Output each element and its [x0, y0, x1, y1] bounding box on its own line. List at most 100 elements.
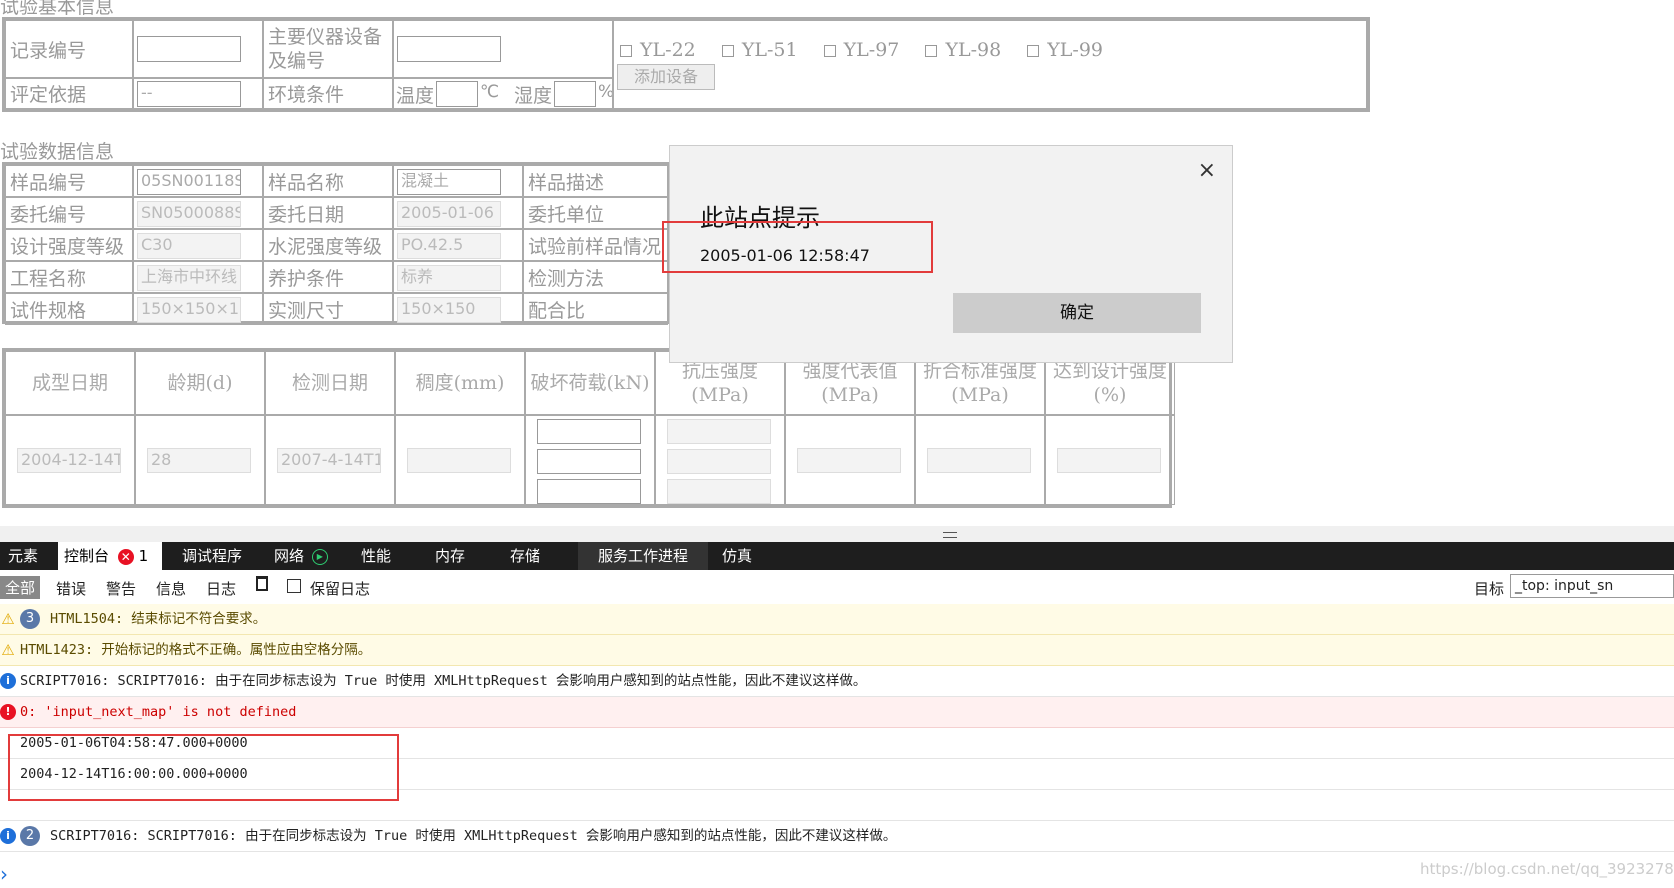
sample-value-input[interactable]: 混凝土 [397, 169, 501, 195]
sample-value-input[interactable]: 标养 [397, 265, 501, 291]
warn-icon: ⚠ [1, 610, 15, 628]
console-prompt[interactable]: › [0, 862, 8, 886]
test-value-input[interactable] [927, 448, 1031, 473]
test-value-input[interactable]: 28 [147, 448, 251, 473]
humidity-input[interactable] [554, 81, 596, 107]
env-label: 环境条件 [263, 78, 393, 109]
checkbox-icon [1027, 45, 1040, 57]
sample-label: 委托单位 [523, 197, 668, 229]
device-label: YL-99 [1047, 39, 1104, 61]
temp-input[interactable] [436, 81, 478, 107]
filter-info[interactable]: 信息 [156, 578, 186, 599]
test-header: 检测日期 [265, 351, 395, 415]
sample-value-input[interactable]: 05SN00118S [137, 169, 241, 195]
test-value-input[interactable] [537, 479, 641, 504]
sample-value-cell: SN0500088S [133, 197, 263, 229]
test-value-input[interactable] [667, 449, 771, 474]
repeat-count-badge: 3 [20, 609, 40, 629]
test-value-cell [785, 415, 915, 505]
console-message-row: ⚠ HTML1423: 开始标记的格式不正确。属性应由空格分隔。 [0, 635, 1674, 666]
filter-all[interactable]: 全部 [0, 576, 41, 599]
test-value-input[interactable] [537, 449, 641, 474]
clear-trash-icon[interactable] [256, 576, 268, 591]
tab-elements[interactable]: 元素 [2, 542, 44, 570]
sample-value-input[interactable]: PO.42.5 [397, 233, 501, 259]
test-value-cell: 28 [135, 415, 265, 505]
console-toolbar: 全部 错误 警告 信息 日志 保留日志 目标 _top: input_sn [0, 570, 1674, 605]
tab-network-label: 网络 [274, 547, 305, 565]
device-checkbox-0[interactable]: YL-22 [620, 39, 696, 61]
filter-log[interactable]: 日志 [206, 578, 236, 599]
sample-value-input[interactable]: 上海市中环线 [137, 265, 241, 291]
test-value-input[interactable] [1057, 448, 1161, 473]
close-icon[interactable]: × [1198, 158, 1216, 183]
device-label: YL-97 [843, 39, 900, 61]
test-value-cell [655, 415, 785, 505]
console-message-row: ! 0: 'input_next_map' is not defined [0, 697, 1674, 728]
tab-console[interactable]: 控制台 ✕ 1 [58, 542, 162, 570]
test-value-input[interactable]: 2007-4-14T1 [277, 448, 381, 473]
basis-input[interactable]: -- [137, 81, 241, 107]
console-message-text[interactable]: HTML1504: 结束标记不符合要求。 [50, 604, 266, 634]
console-message-row: i 2 SCRIPT7016: SCRIPT7016: 由于在同步标志设为 True… [0, 821, 1674, 852]
test-value-input[interactable] [667, 419, 771, 444]
filter-warnings[interactable]: 警告 [106, 578, 136, 599]
device-checkbox-1[interactable]: YL-51 [721, 39, 798, 61]
add-device-button[interactable]: 添加设备 [617, 64, 715, 90]
tab-performance[interactable]: 性能 [355, 542, 397, 570]
console-message-text[interactable]: SCRIPT7016: SCRIPT7016: 由于在同步标志设为 True 时… [50, 821, 896, 851]
record-no-cell [133, 20, 263, 78]
instrument-label: 主要仪器设备及编号 [263, 20, 393, 78]
warn-icon: ⚠ [1, 641, 15, 659]
sample-label: 实测尺寸 [263, 293, 393, 325]
repeat-count-badge: 2 [20, 826, 40, 846]
humidity-unit: % [598, 82, 613, 102]
checkbox-icon [925, 45, 938, 57]
tab-network[interactable]: 网络 ▶ [268, 542, 334, 570]
test-value-input[interactable] [407, 448, 511, 473]
sample-label: 样品编号 [5, 165, 133, 197]
test-value-input[interactable] [667, 479, 771, 504]
sample-value-cell: 05SN00118S [133, 165, 263, 197]
tab-debugger[interactable]: 调试程序 [176, 542, 248, 570]
sample-label: 委托日期 [263, 197, 393, 229]
sample-label: 配合比 [523, 293, 668, 325]
test-value-cell [915, 415, 1045, 505]
sample-value-input[interactable]: 150×150 [397, 297, 501, 323]
test-value-input[interactable]: 2004-12-14T [17, 448, 121, 473]
record-no-input[interactable] [137, 36, 241, 62]
tab-emulation[interactable]: 仿真 [716, 542, 758, 570]
filter-errors[interactable]: 错误 [56, 578, 86, 599]
test-value-input[interactable] [797, 448, 901, 473]
preserve-log-checkbox[interactable] [287, 579, 301, 593]
ok-button[interactable]: 确定 [953, 293, 1201, 333]
sample-value-input[interactable]: 150×150×150 [137, 297, 241, 323]
sample-value-input[interactable]: C30 [137, 233, 241, 259]
device-checkbox-4[interactable]: YL-99 [1027, 39, 1103, 61]
record-icon: ▶ [311, 548, 328, 565]
sample-label: 水泥强度等级 [263, 229, 393, 261]
device-label: YL-98 [945, 39, 1002, 61]
test-value-input[interactable] [537, 419, 641, 444]
info-icon: i [0, 828, 16, 844]
console-message-text[interactable]: SCRIPT7016: SCRIPT7016: 由于在同步标志设为 True 时… [20, 666, 866, 696]
target-select[interactable]: _top: input_sn [1510, 574, 1674, 598]
console-message-text[interactable]: HTML1423: 开始标记的格式不正确。属性应由空格分隔。 [20, 635, 371, 665]
tab-memory[interactable]: 内存 [429, 542, 471, 570]
tab-service-workers[interactable]: 服务工作进程 [578, 542, 709, 570]
sample-value-cell: 150×150×150 [133, 293, 263, 325]
device-checkbox-3[interactable]: YL-98 [925, 39, 1001, 61]
watermark: https://blog.csdn.net/qq_39232783 [1420, 860, 1674, 878]
device-checkbox-2[interactable]: YL-97 [823, 39, 900, 61]
sample-value-input[interactable]: 2005-01-06 1 [397, 201, 501, 227]
basis-label: 评定依据 [5, 78, 133, 109]
console-message-text[interactable]: 0: 'input_next_map' is not defined [20, 697, 296, 727]
devtools-splitter[interactable] [0, 526, 1674, 542]
sample-value-cell: 2005-01-06 1 [393, 197, 523, 229]
tab-storage[interactable]: 存储 [504, 542, 546, 570]
sample-value-input[interactable]: SN0500088S [137, 201, 241, 227]
checkbox-icon [823, 45, 836, 57]
instrument-input[interactable] [397, 36, 501, 62]
sample-value-cell: 150×150 [393, 293, 523, 325]
sample-value-cell: 上海市中环线 [133, 261, 263, 293]
